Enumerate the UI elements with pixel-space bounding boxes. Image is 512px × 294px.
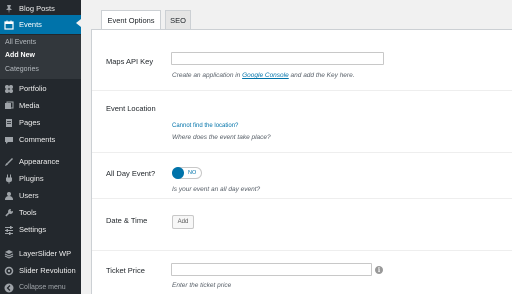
menu-label: Appearance	[19, 157, 60, 166]
desc-prefix: Create an application in	[172, 72, 243, 79]
event-location-row: Event Location Cannot find the location?…	[92, 91, 512, 153]
calendar-icon	[4, 20, 14, 30]
menu-item-portfolio[interactable]: Portfolio	[0, 80, 81, 97]
menu-item-comments[interactable]: Comments	[0, 131, 81, 148]
slider-revolution-icon	[4, 266, 14, 276]
menu-label: Pages	[19, 118, 41, 127]
submenu-add-new[interactable]: Add New	[5, 52, 35, 59]
ticket-price-label: Ticket Price	[106, 266, 145, 275]
pages-icon	[4, 118, 14, 128]
menu-label: Settings	[19, 225, 47, 234]
tab-label: Event Options	[107, 16, 155, 25]
event-location-label: Event Location	[106, 104, 156, 113]
maps-api-key-row: Maps API Key Create an application in Go…	[92, 30, 512, 91]
cannot-find-location-link[interactable]: Cannot find the location?	[172, 123, 238, 129]
toggle-text: NO	[188, 170, 197, 176]
ticket-price-row: Ticket Price i Enter the ticket price	[92, 251, 512, 294]
menu-item-pages[interactable]: Pages	[0, 114, 81, 131]
menu-label: Blog Posts	[19, 4, 55, 13]
date-time-row: Date & Time Add	[92, 199, 512, 251]
all-day-event-label: All Day Event?	[106, 169, 156, 178]
plugins-icon	[4, 174, 14, 184]
add-button-label: Add	[177, 219, 189, 225]
tools-icon	[4, 208, 14, 218]
events-submenu: All Events Add New Categories	[0, 35, 81, 79]
ticket-price-description: Enter the ticket price	[172, 282, 232, 289]
all-day-toggle[interactable]: NO	[172, 167, 202, 179]
layerslider-icon	[4, 249, 14, 259]
menu-label: LayerSlider WP	[19, 249, 72, 258]
settings-icon	[4, 225, 14, 235]
menu-label: Users	[19, 191, 39, 200]
desc-suffix: and add the Key here.	[288, 72, 355, 79]
menu-label: Events	[19, 20, 42, 29]
menu-label: Plugins	[19, 174, 44, 183]
tab-seo[interactable]: SEO	[165, 10, 191, 29]
maps-api-key-description: Create an application in Google Console …	[172, 72, 355, 79]
menu-item-tools[interactable]: Tools	[0, 204, 81, 221]
menu-item-events[interactable]: Events	[0, 15, 81, 34]
menu-item-layerslider[interactable]: LayerSlider WP	[0, 245, 81, 262]
menu-label: Portfolio	[19, 84, 47, 93]
main-content: Event Options SEO Maps API Key Create an…	[81, 0, 512, 294]
comments-icon	[4, 135, 14, 145]
all-day-description: Is your event an all day event?	[172, 186, 261, 193]
all-day-event-row: All Day Event? NO Is your event an all d…	[92, 153, 512, 199]
collapse-arrow-icon	[4, 283, 14, 293]
info-icon[interactable]: i	[375, 266, 383, 274]
menu-item-media[interactable]: Media	[0, 97, 81, 114]
menu-item-appearance[interactable]: Appearance	[0, 153, 81, 170]
pushpin-icon	[4, 4, 14, 14]
date-time-label: Date & Time	[106, 216, 148, 225]
tab-label: SEO	[170, 15, 186, 25]
event-location-description: Where does the event take place?	[172, 134, 271, 141]
menu-label: Media	[19, 101, 40, 110]
collapse-menu-button[interactable]: Collapse menu	[0, 279, 81, 294]
tab-event-options[interactable]: Event Options	[101, 10, 161, 30]
maps-api-key-input[interactable]	[171, 52, 384, 65]
admin-sidebar: Blog Posts Events All Events Add New Cat…	[0, 0, 81, 294]
maps-api-key-label: Maps API Key	[106, 57, 154, 66]
add-date-button[interactable]: Add	[172, 215, 194, 229]
media-icon	[4, 101, 14, 111]
menu-item-slider-revolution[interactable]: Slider Revolution	[0, 262, 81, 279]
menu-item-plugins[interactable]: Plugins	[0, 170, 81, 187]
submenu-all-events[interactable]: All Events	[5, 39, 36, 46]
event-options-panel: Maps API Key Create an application in Go…	[91, 29, 512, 294]
google-console-link[interactable]: Google Console	[242, 72, 289, 79]
menu-label: Tools	[19, 208, 37, 217]
submenu-categories[interactable]: Categories	[5, 66, 39, 73]
ticket-price-input[interactable]	[171, 263, 372, 276]
menu-item-users[interactable]: Users	[0, 187, 81, 204]
menu-label: Slider Revolution	[19, 266, 76, 275]
appearance-icon	[4, 157, 14, 167]
users-icon	[4, 191, 14, 201]
portfolio-icon	[4, 84, 14, 94]
menu-label: Comments	[19, 135, 56, 144]
toggle-knob	[172, 167, 184, 179]
menu-item-settings[interactable]: Settings	[0, 221, 81, 238]
collapse-label: Collapse menu	[19, 284, 66, 291]
